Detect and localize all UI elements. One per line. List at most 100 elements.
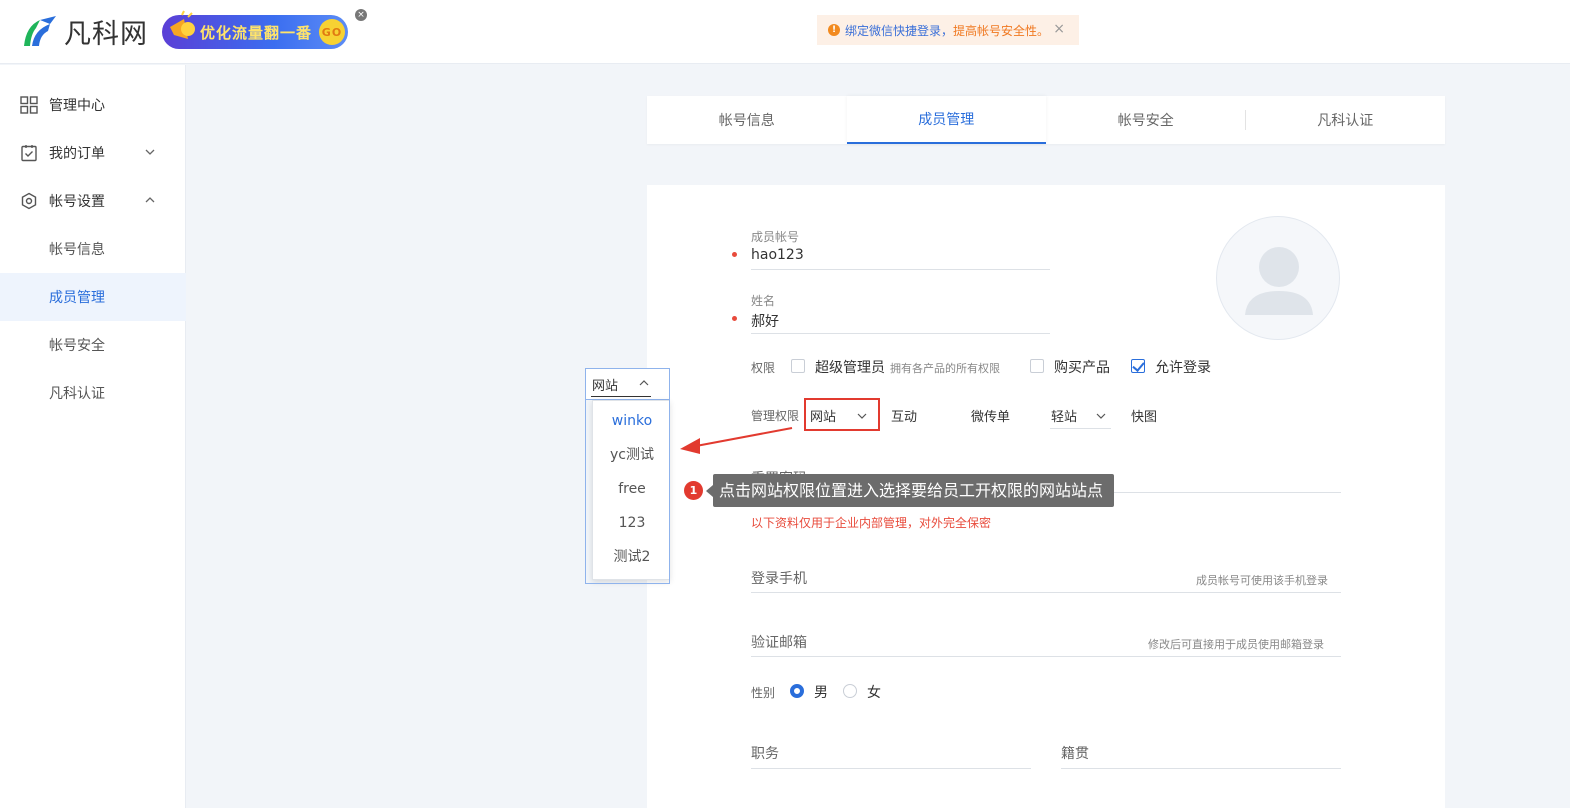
- notice-text-b: 提高帐号安全性。: [953, 23, 1050, 38]
- gender-female-radio[interactable]: [843, 684, 857, 698]
- chevron-down-icon: [1096, 413, 1106, 419]
- user-placeholder-icon: [1245, 247, 1313, 315]
- promo-close-icon[interactable]: ×: [355, 9, 367, 21]
- field-underline: [751, 592, 1341, 593]
- field-underline: [1061, 768, 1341, 769]
- sidebar-item-label: 我的订单: [49, 146, 105, 162]
- perm-label: 权限: [751, 361, 776, 375]
- tab-label: 成员管理: [918, 112, 975, 128]
- gender-male-radio[interactable]: [790, 684, 804, 698]
- site-logo[interactable]: 凡科网: [20, 12, 148, 51]
- super-admin-hint: 拥有各产品的所有权限: [890, 362, 1000, 375]
- gender-male-label: 男: [814, 685, 828, 701]
- gender-female-label: 女: [867, 685, 881, 701]
- settings-tabs: 帐号信息 成员管理 帐号安全 凡科认证: [647, 96, 1445, 144]
- promo-go-badge: GO: [319, 19, 345, 45]
- avatar[interactable]: [1216, 216, 1340, 340]
- field-underline: [751, 333, 1050, 334]
- job-input[interactable]: 职务: [751, 743, 779, 763]
- promo-banner[interactable]: 优化流量翻一番 GO: [162, 10, 348, 49]
- logo-text: 凡科网: [64, 19, 148, 50]
- site-option[interactable]: free: [593, 472, 671, 506]
- notice-close-icon[interactable]: ×: [1053, 21, 1065, 37]
- highlight-box: [804, 398, 880, 431]
- name-label: 姓名: [751, 294, 776, 308]
- member-account-field[interactable]: 成员帐号 hao123: [751, 228, 1051, 263]
- top-header: 凡科网 优化流量翻一番 GO × ! 绑定微信快捷登录， 提高帐号安全性。 ×: [0, 0, 1570, 64]
- site-dropdown-trigger[interactable]: 网站: [585, 368, 670, 400]
- member-account-value: hao123: [751, 247, 804, 263]
- wechat-bind-notice[interactable]: ! 绑定微信快捷登录， 提高帐号安全性。 ×: [817, 15, 1079, 45]
- perm-interact[interactable]: 互动: [891, 406, 917, 425]
- name-field[interactable]: 姓名 郝好: [751, 292, 1051, 331]
- gender-label: 性别: [751, 686, 776, 700]
- member-account-label: 成员帐号: [751, 230, 800, 244]
- phone-hint: 成员帐号可使用该手机登录: [1196, 574, 1328, 587]
- sidebar-item-account-settings[interactable]: 帐号设置: [0, 177, 186, 225]
- sidebar-item-member-management[interactable]: 成员管理: [0, 273, 186, 321]
- required-marker: [732, 316, 737, 321]
- site-option[interactable]: yc测试: [593, 438, 671, 472]
- sidebar-item-dashboard[interactable]: 管理中心: [0, 81, 186, 129]
- chevron-up-icon: [145, 197, 155, 203]
- field-underline: [751, 768, 1031, 769]
- promo-text: 优化流量翻一番: [200, 23, 313, 42]
- field-underline: [751, 269, 1050, 270]
- buy-product-checkbox[interactable]: [1030, 359, 1044, 373]
- super-admin-label: 超级管理员: [815, 360, 885, 376]
- tab-member-management[interactable]: 成员管理: [846, 96, 1046, 144]
- sidebar-item-label: 帐号安全: [49, 338, 105, 354]
- field-underline: [1050, 428, 1111, 429]
- sidebar-item-label: 帐号设置: [49, 194, 105, 210]
- required-marker: [732, 252, 737, 257]
- site-dropdown-value: 网站: [592, 379, 619, 394]
- warning-icon: !: [828, 24, 840, 36]
- field-underline: [751, 656, 1341, 657]
- clipboard-check-icon: [21, 145, 37, 162]
- origin-input[interactable]: 籍贯: [1061, 743, 1089, 763]
- megaphone-icon: [170, 10, 195, 39]
- allow-login-label: 允许登录: [1155, 360, 1211, 376]
- perm-light-select[interactable]: 轻站: [1051, 406, 1107, 425]
- site-option[interactable]: winko: [593, 404, 671, 438]
- sidebar-item-label: 管理中心: [49, 98, 105, 114]
- sidebar-item-orders[interactable]: 我的订单: [0, 129, 186, 177]
- tab-label: 帐号信息: [718, 113, 775, 129]
- sidebar-item-account-security[interactable]: 帐号安全: [0, 321, 186, 369]
- logo-mark-icon: [24, 15, 56, 46]
- site-dropdown-list: winko yc测试 free 123 测试2: [592, 400, 670, 580]
- tab-verification[interactable]: 凡科认证: [1246, 96, 1446, 144]
- perm-quick[interactable]: 快图: [1131, 406, 1157, 425]
- sidebar: 管理中心 我的订单 帐号设置 帐号信息 成员管理 帐号安全 凡科认证: [0, 65, 186, 808]
- notice-text-a: 绑定微信快捷登录，: [845, 23, 954, 38]
- tab-account-info[interactable]: 帐号信息: [647, 96, 847, 144]
- hexagon-gear-icon: [21, 192, 37, 210]
- step-badge: 1: [684, 481, 703, 500]
- email-input[interactable]: 验证邮箱: [751, 632, 807, 652]
- perm-flyer[interactable]: 微传单: [971, 406, 1010, 425]
- sidebar-item-label: 凡科认证: [49, 386, 105, 402]
- tab-label: 凡科认证: [1317, 113, 1374, 129]
- perm-light-value: 轻站: [1051, 410, 1078, 425]
- sidebar-item-label: 成员管理: [49, 290, 105, 306]
- manage-perm-label: 管理权限: [751, 409, 800, 423]
- name-value: 郝好: [751, 314, 779, 330]
- tab-label: 帐号安全: [1117, 113, 1174, 129]
- sidebar-item-label: 帐号信息: [49, 242, 105, 258]
- email-hint: 修改后可直接用于成员使用邮箱登录: [1148, 638, 1324, 651]
- buy-product-label: 购买产品: [1054, 360, 1110, 376]
- chevron-up-icon: [639, 380, 649, 386]
- guide-tooltip: 点击网站权限位置进入选择要给员工开权限的网站站点: [706, 474, 1114, 507]
- grid-icon: [20, 96, 38, 114]
- allow-login-checkbox[interactable]: [1131, 359, 1145, 373]
- sidebar-item-account-info[interactable]: 帐号信息: [0, 225, 186, 273]
- chevron-down-icon: [145, 149, 155, 155]
- phone-input[interactable]: 登录手机: [751, 568, 807, 588]
- privacy-tip: 以下资料仅用于企业内部管理，对外完全保密: [751, 516, 992, 530]
- super-admin-checkbox[interactable]: [791, 359, 805, 373]
- dropdown-underline: [591, 396, 651, 397]
- site-option[interactable]: 测试2: [593, 540, 671, 574]
- sidebar-item-verification[interactable]: 凡科认证: [0, 369, 186, 417]
- tab-account-security[interactable]: 帐号安全: [1046, 96, 1246, 144]
- site-option[interactable]: 123: [593, 506, 671, 540]
